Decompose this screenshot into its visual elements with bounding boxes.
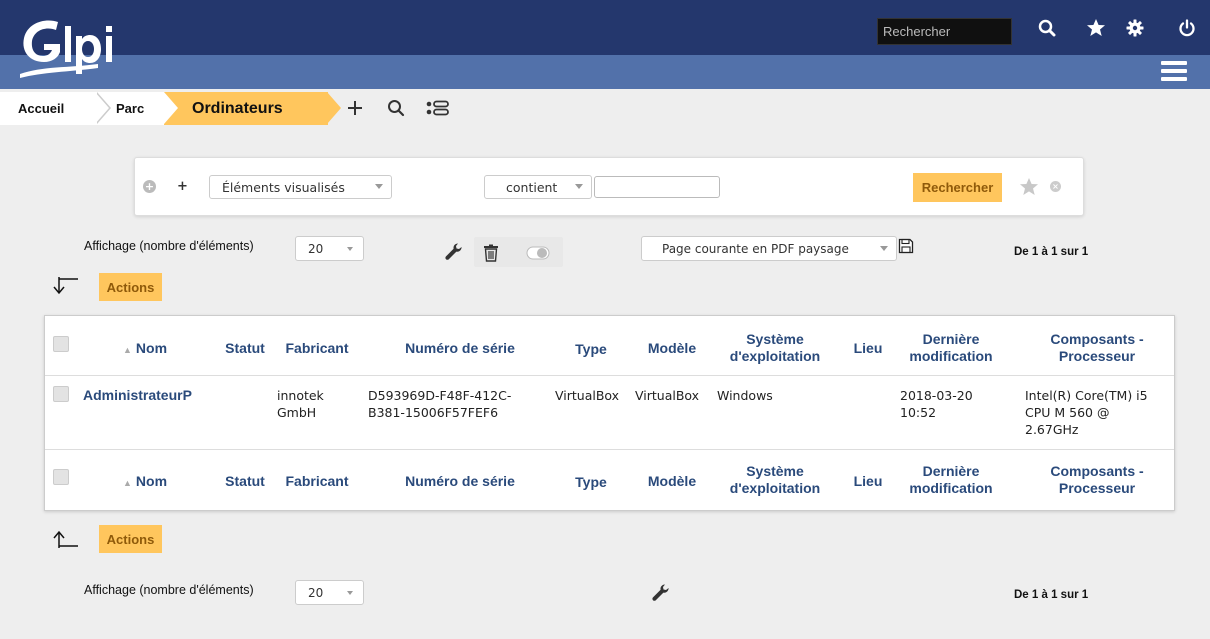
chevron-down-icon [575,184,583,189]
toggle-switch[interactable] [525,241,551,265]
select-all-checkbox[interactable] [53,469,69,485]
per-page-select[interactable]: 20 [295,236,364,261]
column-header-modification[interactable]: Dernière modification [892,331,1010,365]
cell-processeur: Intel(R) Core(TM) i5 CPU M 560 @2.67GHz [1025,388,1148,437]
breadcrumb-separator [164,92,178,124]
add-criteria-group-icon[interactable]: + [143,180,156,193]
chevron-down-icon [347,591,353,595]
cell-fabricant: innotek GmbH [277,388,324,420]
search-operator-select[interactable]: contient [484,175,592,199]
save-icon[interactable] [896,236,916,256]
results-table: ▲ Nom Statut Fabricant Numéro de série Ty… [44,315,1175,511]
computer-name-link[interactable]: AdministrateurP [83,387,192,403]
result-count: De 1 à 1 sur 1 [1014,246,1089,258]
trash-icon[interactable] [480,241,502,265]
column-header-modele[interactable]: Modèle [637,340,707,357]
column-header-modification[interactable]: Dernière modification [892,463,1010,497]
cell-modification: 2018-03-20 10:52 [900,388,973,420]
star-icon[interactable] [1083,13,1109,43]
wrench-icon[interactable] [648,581,674,605]
row-checkbox[interactable] [53,386,69,402]
select-all-checkbox[interactable] [53,336,69,352]
column-header-statut[interactable]: Statut [217,473,273,490]
search-icon[interactable] [383,95,409,121]
column-header-nom[interactable]: ▲ Nom [123,473,203,492]
search-field-select[interactable]: Éléments visualisés [209,175,392,199]
menu-icon[interactable] [1161,58,1187,84]
per-page-select[interactable]: 20 [295,580,364,605]
search-submit-button[interactable]: Rechercher [913,173,1002,202]
glpi-logo[interactable] [18,8,128,88]
search-field-value: Éléments visualisés [222,179,345,195]
add-icon[interactable] [342,95,368,121]
star-icon[interactable] [1018,174,1040,200]
column-header-processeur[interactable]: Composants - Processeur [1017,463,1177,497]
column-header-lieu[interactable]: Lieu [848,340,888,357]
breadcrumb-separator [95,92,109,124]
export-format-value: Page courante en PDF paysage [662,241,849,256]
breadcrumb-current[interactable]: Ordinateurs [164,92,328,125]
column-header-serie[interactable]: Numéro de série [380,340,540,357]
per-page-value: 20 [308,241,324,256]
cell-os: Windows [717,388,773,403]
secondary-header-bar [0,55,1210,89]
column-header-modele[interactable]: Modèle [637,473,707,490]
list-icon[interactable] [424,95,450,121]
export-format-select[interactable]: Page courante en PDF paysage [641,236,897,261]
global-search-input[interactable]: Rechercher [877,18,1012,45]
result-count: De 1 à 1 sur 1 [1014,589,1089,601]
column-header-os[interactable]: Système d'exploitation [711,463,839,497]
search-criteria-panel: + + Éléments visualisés contient Recherc… [134,157,1084,216]
chevron-down-icon [347,247,353,251]
column-header-fabricant[interactable]: Fabricant [276,340,358,357]
per-page-value: 20 [308,585,324,600]
column-header-fabricant[interactable]: Fabricant [276,473,358,490]
search-icon[interactable] [1034,13,1060,43]
column-header-type[interactable]: Type [561,474,621,491]
chevron-down-icon [880,246,888,251]
per-page-label: Affichage (nombre d'éléments) [84,583,254,597]
arrow-up-left-icon [52,527,80,551]
search-value-input[interactable] [594,176,720,198]
column-header-serie[interactable]: Numéro de série [380,473,540,490]
add-criteria-icon[interactable]: + [176,180,189,193]
reset-search-icon[interactable]: × [1050,181,1061,192]
gear-icon[interactable] [1122,13,1148,43]
cell-modele: VirtualBox [635,388,700,403]
power-icon[interactable] [1174,13,1200,43]
per-page-label: Affichage (nombre d'éléments) [84,239,254,253]
actions-button[interactable]: Actions [99,273,162,301]
cell-serie: D593969D-F48F-412C- B381-15006F57FEF6 [368,388,512,420]
top-header-bar [0,0,1210,55]
column-header-nom[interactable]: ▲ Nom [123,340,203,359]
breadcrumb-separator [327,92,341,124]
cell-type: VirtualBox [555,388,620,403]
column-header-type[interactable]: Type [561,341,621,358]
column-header-processeur[interactable]: Composants - Processeur [1017,331,1177,365]
actions-button[interactable]: Actions [99,525,162,553]
column-header-os[interactable]: Système d'exploitation [711,331,839,365]
row-divider [45,375,1174,376]
wrench-icon[interactable] [441,240,467,264]
breadcrumb-home-link[interactable]: Accueil [0,92,96,125]
search-operator-value: contient [506,179,558,195]
chevron-down-icon [375,184,383,189]
column-header-lieu[interactable]: Lieu [848,473,888,490]
column-header-statut[interactable]: Statut [217,340,273,357]
arrow-down-left-icon [52,274,80,298]
row-divider [45,449,1174,450]
